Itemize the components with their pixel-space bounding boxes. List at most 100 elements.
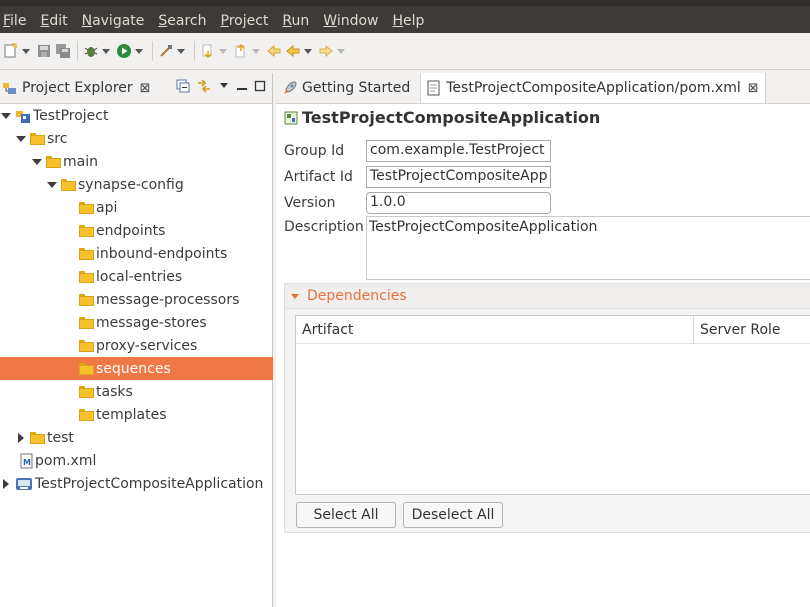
previous-annotation-dropdown[interactable] xyxy=(251,43,260,60)
tree-item-testprojectcompositeapplication[interactable]: TestProjectCompositeApplication xyxy=(0,472,272,495)
save-all-icon[interactable] xyxy=(54,43,71,60)
menu-label: elp xyxy=(403,13,425,29)
expanded-arrow-icon[interactable] xyxy=(15,133,27,145)
forward-dropdown[interactable] xyxy=(336,43,345,60)
tab-getting-started[interactable]: Getting Started xyxy=(276,73,416,103)
maven-file-icon: M xyxy=(20,453,33,469)
tree-item-proxy-services[interactable]: proxy-services xyxy=(0,334,272,357)
menu-mnemonic: E xyxy=(40,13,50,29)
toolbar-separator xyxy=(152,41,153,61)
group-id-label: Group Id xyxy=(284,143,345,159)
tree-item-api[interactable]: api xyxy=(0,196,272,219)
tree-item-inbound-endpoints[interactable]: inbound-endpoints xyxy=(0,242,272,265)
run-icon[interactable] xyxy=(115,43,132,60)
column-server-role[interactable]: Server Role xyxy=(694,322,781,338)
deselect-all-button[interactable]: Deselect All xyxy=(403,502,503,528)
description-field[interactable]: TestProjectCompositeApplication xyxy=(366,216,810,280)
forward-icon[interactable] xyxy=(317,43,334,60)
menu-label: dit xyxy=(49,13,68,29)
menu-label: roject xyxy=(228,13,269,29)
tree-item-test[interactable]: test xyxy=(0,426,272,449)
tree-item-endpoints[interactable]: endpoints xyxy=(0,219,272,242)
menu-mnemonic: N xyxy=(81,13,93,29)
project-explorer-title[interactable]: Project Explorer xyxy=(22,80,133,96)
tree-item-label: sequences xyxy=(96,360,171,377)
new-dropdown[interactable] xyxy=(21,43,30,60)
menu-item-project[interactable]: Project xyxy=(221,13,269,33)
collapsed-arrow-icon[interactable] xyxy=(15,432,27,444)
column-artifact[interactable]: Artifact xyxy=(296,316,694,343)
menu-item-help[interactable]: Help xyxy=(392,13,424,33)
tree-item-main[interactable]: main xyxy=(0,150,272,173)
tree-item-label: main xyxy=(63,153,98,170)
new-icon[interactable] xyxy=(2,43,19,60)
menu-items: File Edit Navigate Search Project Run Window He… xyxy=(0,13,435,33)
project-explorer-icon xyxy=(2,80,18,96)
collapse-triangle-icon[interactable] xyxy=(291,293,299,299)
folder-icon xyxy=(79,270,94,283)
tree-item-label: inbound-endpoints xyxy=(96,245,228,262)
tree-item-sequences[interactable]: sequences xyxy=(0,357,273,380)
menu-mnemonic: R xyxy=(282,13,292,29)
last-edit-location-icon[interactable] xyxy=(265,43,282,60)
previous-annotation-icon[interactable] xyxy=(232,43,249,60)
menu-label: avigate xyxy=(92,13,145,29)
menu-bar: File Edit Navigate Search Project Run Window He… xyxy=(0,0,810,33)
tree-item-templates[interactable]: templates xyxy=(0,403,272,426)
external-tools-dropdown[interactable] xyxy=(176,43,185,60)
tree-item-pom-xml[interactable]: Mpom.xml xyxy=(0,449,272,472)
folder-icon xyxy=(79,339,94,352)
tab-pom-xml[interactable]: TestProjectCompositeApplication/pom.xml … xyxy=(420,73,766,103)
tree-item-label: endpoints xyxy=(96,222,166,239)
back-dropdown[interactable] xyxy=(303,43,312,60)
debug-dropdown[interactable] xyxy=(101,43,110,60)
next-annotation-dropdown[interactable] xyxy=(218,43,227,60)
toolbar-separator xyxy=(194,41,195,61)
next-annotation-icon[interactable] xyxy=(199,43,216,60)
dependencies-section: Dependencies Artifact Server Role Select… xyxy=(284,283,810,533)
composite-app-icon xyxy=(284,111,298,125)
tree-item-local-entries[interactable]: local-entries xyxy=(0,265,272,288)
expanded-arrow-icon[interactable] xyxy=(31,156,43,168)
external-tools-icon[interactable] xyxy=(157,43,174,60)
view-menu-icon[interactable] xyxy=(218,80,230,96)
link-with-editor-icon[interactable] xyxy=(196,79,212,97)
menu-item-run[interactable]: Run xyxy=(282,13,309,33)
menu-item-file[interactable]: File xyxy=(3,13,26,33)
tree-item-synapse-config[interactable]: synapse-config xyxy=(0,173,272,196)
back-icon[interactable] xyxy=(284,43,301,60)
close-icon[interactable]: ⊠ xyxy=(748,81,759,96)
tree-item-message-stores[interactable]: message-stores xyxy=(0,311,272,334)
toolbar-separator xyxy=(77,41,78,61)
maximize-icon[interactable] xyxy=(254,80,266,96)
dependencies-header[interactable]: Dependencies xyxy=(285,284,810,309)
expanded-arrow-icon[interactable] xyxy=(0,110,12,122)
version-field[interactable]: 1.0.0 xyxy=(366,192,551,214)
folder-icon xyxy=(79,362,94,375)
collapsed-arrow-icon[interactable] xyxy=(0,478,12,490)
menu-item-window[interactable]: Window xyxy=(323,13,378,33)
tree-item-tasks[interactable]: tasks xyxy=(0,380,272,403)
group-id-field[interactable]: com.example.TestProject xyxy=(366,140,551,162)
save-icon[interactable] xyxy=(35,43,52,60)
expanded-arrow-icon[interactable] xyxy=(46,179,58,191)
tree-item-src[interactable]: src xyxy=(0,127,272,150)
debug-icon[interactable] xyxy=(82,43,99,60)
project-tree: TestProject src main synapse-config api endpo… xyxy=(0,104,273,495)
menu-item-navigate[interactable]: Navigate xyxy=(82,13,145,33)
collapse-all-icon[interactable] xyxy=(176,79,190,97)
close-icon[interactable]: ⊠ xyxy=(140,81,151,96)
artifact-id-field[interactable]: TestProjectCompositeApp xyxy=(366,166,551,188)
menu-item-search[interactable]: Search xyxy=(158,13,206,33)
menu-item-edit[interactable]: Edit xyxy=(40,13,67,33)
tree-item-message-processors[interactable]: message-processors xyxy=(0,288,272,311)
menu-mnemonic: S xyxy=(158,13,168,29)
menu-mnemonic: W xyxy=(323,13,337,29)
select-all-button[interactable]: Select All xyxy=(296,502,396,528)
minimize-icon[interactable] xyxy=(236,80,248,96)
folder-icon xyxy=(79,247,94,260)
folder-icon xyxy=(61,178,76,191)
tree-item-testproject[interactable]: TestProject xyxy=(0,104,272,127)
dependencies-table[interactable]: Artifact Server Role xyxy=(295,315,810,495)
run-dropdown[interactable] xyxy=(134,43,143,60)
